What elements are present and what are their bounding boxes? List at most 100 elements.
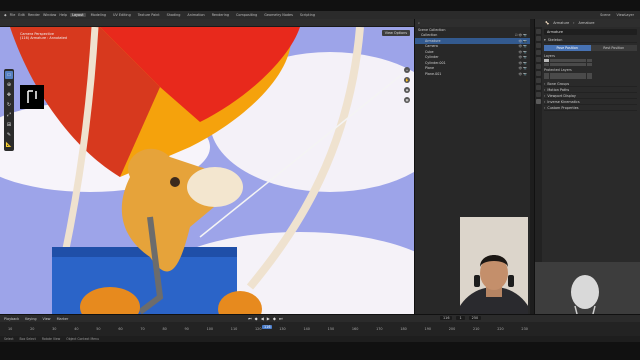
tick-label: 140: [303, 327, 310, 331]
tab-animation[interactable]: Animation: [185, 13, 206, 17]
visibility-icon[interactable]: 👁 📷: [519, 39, 528, 43]
layers-grid[interactable]: [544, 59, 592, 66]
protected-layers-grid[interactable]: [544, 72, 592, 80]
outliner-row-label: Collection: [421, 33, 438, 38]
play-reverse-icon[interactable]: ◀: [261, 316, 264, 321]
output-tab-icon[interactable]: [536, 43, 541, 48]
tab-scripting[interactable]: Scripting: [298, 13, 317, 17]
scene-selector[interactable]: Scene: [600, 13, 610, 17]
webcam-overlay: [460, 217, 528, 317]
visibility-icon[interactable]: 👁 📷: [519, 61, 528, 65]
status-hint: Select: [4, 337, 14, 341]
tab-compositing[interactable]: Compositing: [234, 13, 259, 17]
physics-tab-icon[interactable]: [536, 85, 541, 90]
presenter-image: [460, 217, 528, 317]
zoom-icon[interactable]: +: [404, 67, 410, 73]
tab-texture-paint[interactable]: Texture Paint: [136, 13, 162, 17]
giraffe-snout: [187, 167, 243, 207]
rotate-icon[interactable]: ↻: [5, 101, 13, 109]
tick-label: 130: [279, 327, 286, 331]
scale-icon[interactable]: ⤢: [5, 111, 13, 119]
layers-label: Layers: [544, 54, 555, 58]
status-hint: Box Select: [19, 337, 36, 341]
playhead[interactable]: 116: [262, 325, 273, 329]
measure-icon[interactable]: 📐: [5, 141, 13, 149]
custom-properties-section[interactable]: › Custom Properties: [544, 105, 637, 112]
view-layer-tab-icon[interactable]: [536, 50, 541, 55]
end-frame-field[interactable]: 250: [468, 316, 482, 320]
start-frame-field[interactable]: 1: [456, 316, 465, 320]
outliner-row[interactable]: Plane.001 👁 📷: [415, 71, 530, 77]
modifier-tab-icon[interactable]: [536, 78, 541, 83]
prev-keyframe-icon[interactable]: ◆: [255, 316, 258, 321]
annotate-icon[interactable]: ✎: [5, 131, 13, 139]
jump-start-icon[interactable]: ⏮: [248, 316, 252, 321]
next-keyframe-icon[interactable]: ◆: [273, 316, 276, 321]
visibility-icon[interactable]: 👁 📷: [519, 44, 528, 48]
timeline-menu-keying[interactable]: Keying: [25, 317, 36, 321]
3d-viewport[interactable]: Camera Perspective (116) Armature : Anno…: [0, 27, 414, 314]
timeline-menu-marker[interactable]: Marker: [57, 317, 69, 321]
properties-body: Armature ▾ Skeleton Pose Position Rest Po…: [544, 29, 637, 112]
visibility-icon[interactable]: 👁 📷: [519, 55, 528, 59]
transport-controls: ⏮ ◆ ◀ ▶ ◆ ⏭: [248, 316, 283, 321]
section-label: Bone Groups: [547, 81, 570, 86]
tab-geometry-nodes[interactable]: Geometry Nodes: [262, 13, 295, 17]
outliner-row-label: Cube: [425, 49, 434, 54]
tick-label: 180: [400, 327, 407, 331]
skeleton-label: Skeleton: [547, 37, 563, 42]
select-box-icon[interactable]: ▭: [5, 71, 13, 79]
visibility-icon[interactable]: 👁 📷: [519, 66, 528, 70]
transform-icon[interactable]: ⊞: [5, 121, 13, 129]
timeline-menu-view[interactable]: View: [43, 317, 51, 321]
status-hint: Rotate View: [41, 337, 61, 341]
visibility-icon[interactable]: 👁 📷: [519, 72, 528, 76]
armature-data-tab-icon[interactable]: [536, 99, 541, 104]
pan-icon[interactable]: ✋: [404, 77, 410, 83]
armature-name-field[interactable]: Armature: [544, 29, 637, 35]
rest-position-button[interactable]: Rest Position: [590, 45, 637, 51]
tick-label: 170: [376, 327, 383, 331]
tab-shading[interactable]: Shading: [165, 13, 183, 17]
tick-label: 120: [255, 327, 262, 331]
annotation-bracket-icon: [27, 90, 37, 103]
play-icon[interactable]: ▶: [267, 316, 270, 321]
tab-uv-editing[interactable]: UV Editing: [111, 13, 133, 17]
perspective-toggle-icon[interactable]: ▦: [404, 97, 410, 103]
tool-tab-icon[interactable]: [536, 29, 541, 34]
view-options-button[interactable]: View Options: [381, 30, 410, 36]
properties-tabs: [535, 27, 542, 262]
chevron-down-icon: ▾: [544, 37, 546, 42]
tick-label: 160: [351, 327, 359, 331]
chevron-right-icon: ›: [544, 81, 546, 86]
menu-file[interactable]: File: [10, 13, 16, 17]
constraints-tab-icon[interactable]: [536, 92, 541, 97]
world-tab-icon[interactable]: [536, 64, 541, 69]
headphone-right: [508, 275, 514, 287]
tab-rendering[interactable]: Rendering: [210, 13, 231, 17]
current-frame-field[interactable]: 116: [440, 316, 453, 320]
headphone-left: [474, 275, 480, 287]
jump-end-icon[interactable]: ⏭: [279, 316, 283, 321]
menu-window[interactable]: Window: [43, 13, 56, 17]
tab-layout[interactable]: Layout: [70, 13, 86, 17]
object-tab-icon[interactable]: [536, 71, 541, 76]
render-tab-icon[interactable]: [536, 36, 541, 41]
tab-modeling[interactable]: Modeling: [89, 13, 108, 17]
scene-tab-icon[interactable]: [536, 57, 541, 62]
pose-position-button[interactable]: Pose Position: [544, 45, 591, 51]
move-icon[interactable]: ✥: [5, 91, 13, 99]
view-layer-selector[interactable]: ViewLayer: [617, 13, 635, 17]
blender-logo-icon[interactable]: ◆: [4, 13, 7, 17]
camera-view-icon[interactable]: ◉: [404, 87, 410, 93]
menu-edit[interactable]: Edit: [18, 13, 25, 17]
cursor-icon[interactable]: ⊕: [5, 81, 13, 89]
visibility-icon[interactable]: ☑ 👁 📷: [515, 33, 527, 37]
menu-render[interactable]: Render: [28, 13, 40, 17]
timeline-menu-playback[interactable]: Playback: [4, 317, 19, 321]
visibility-icon[interactable]: 👁 📷: [519, 50, 528, 54]
menu-help[interactable]: Help: [59, 13, 67, 17]
basket: [52, 247, 237, 314]
skeleton-section[interactable]: ▾ Skeleton: [544, 37, 637, 43]
outliner-search-icon[interactable]: ⌕: [418, 21, 420, 25]
